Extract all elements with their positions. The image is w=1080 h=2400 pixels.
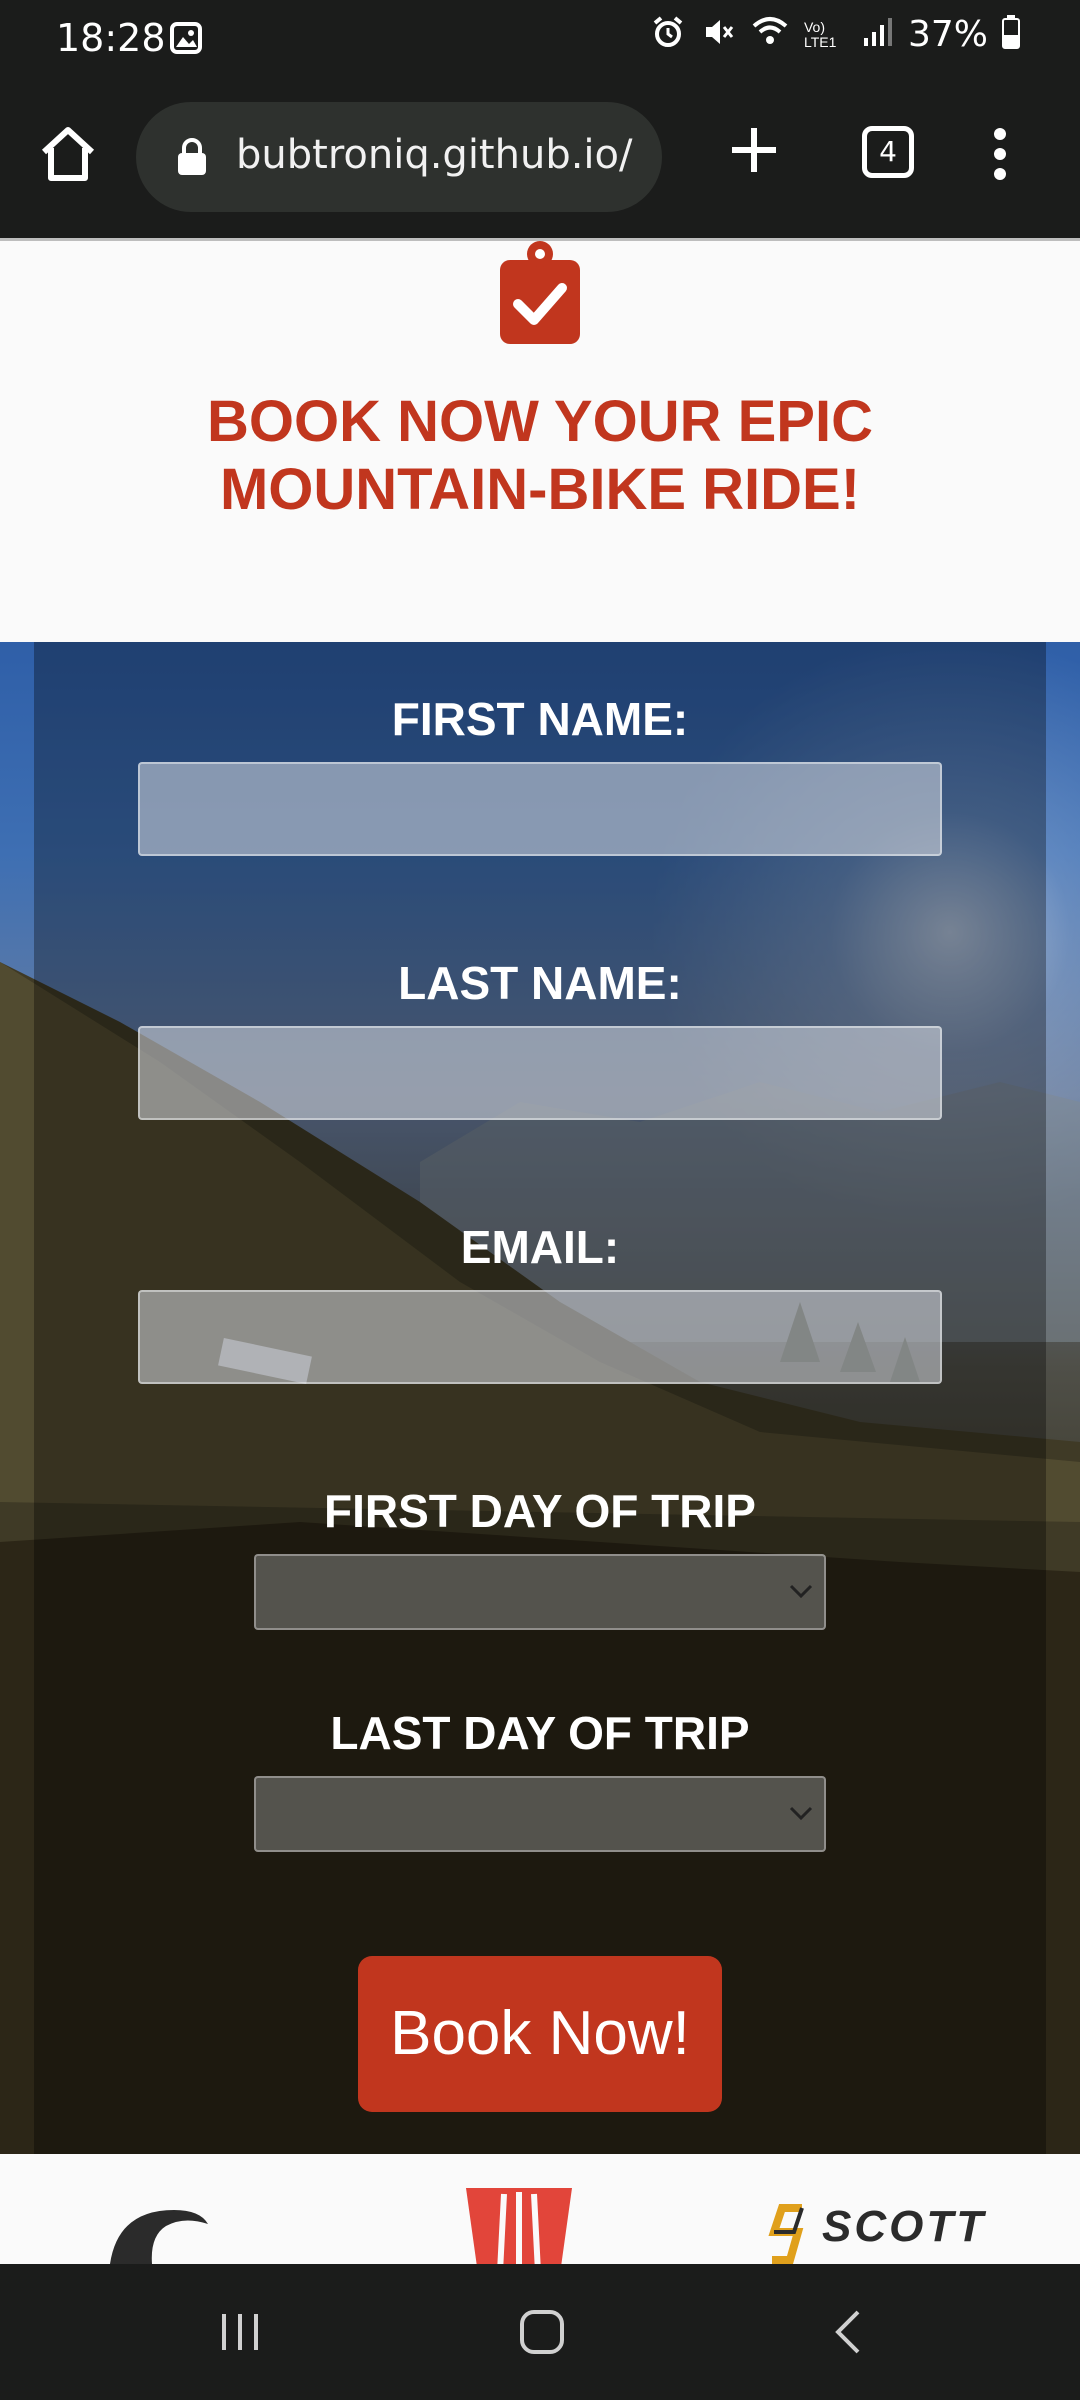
gallery-notification-icon bbox=[170, 22, 202, 59]
last-name-input[interactable] bbox=[138, 1026, 942, 1120]
battery-percent: 37% bbox=[907, 14, 988, 55]
first-day-label: FIRST DAY OF TRIP bbox=[324, 1485, 756, 1537]
lock-icon[interactable] bbox=[176, 136, 208, 181]
email-input[interactable] bbox=[138, 1290, 942, 1384]
last-day-label: LAST DAY OF TRIP bbox=[330, 1707, 750, 1759]
page-title: BOOK NOW YOUR EPIC MOUNTAIN-BIKE RIDE! bbox=[207, 389, 873, 522]
alarm-icon bbox=[650, 14, 686, 55]
booking-hero-background: FIRST NAME: LAST NAME: EMAIL: FIRST DAY … bbox=[0, 642, 1080, 2154]
system-navigation-bar bbox=[0, 2264, 1080, 2400]
first-name-label: FIRST NAME: bbox=[391, 693, 689, 745]
mute-icon bbox=[700, 14, 736, 55]
booking-form bbox=[34, 642, 1046, 2154]
battery-icon bbox=[1002, 15, 1020, 54]
home-nav-icon[interactable] bbox=[518, 2308, 566, 2361]
lte-label: Vo) LTE1 bbox=[803, 18, 837, 50]
first-name-input[interactable] bbox=[138, 762, 942, 856]
last-name-label: LAST NAME: bbox=[398, 957, 682, 1009]
email-label: EMAIL: bbox=[460, 1221, 620, 1273]
trek-logo bbox=[464, 2184, 574, 2264]
scott-logo: SCOTT bbox=[768, 2202, 983, 2264]
book-now-button[interactable]: Book Now! bbox=[358, 1956, 722, 2112]
status-icons: Vo) LTE1 37% bbox=[650, 14, 1020, 55]
url-text[interactable]: bubtroniq.github.io/ bbox=[236, 132, 632, 178]
status-bar: 18:28 Vo) LTE1 37% bbox=[0, 0, 1080, 78]
chevron-down-icon bbox=[788, 1802, 814, 1829]
address-bar[interactable]: bubtroniq.github.io/ bbox=[136, 102, 662, 212]
recent-apps-icon[interactable] bbox=[216, 2308, 264, 2361]
browser-toolbar: bubtroniq.github.io/ 4 bbox=[0, 78, 1080, 238]
cannondale-logo bbox=[104, 2200, 214, 2264]
status-time: 18:28 bbox=[56, 16, 166, 60]
first-day-select[interactable] bbox=[254, 1554, 826, 1630]
scott-wordmark: SCOTT bbox=[822, 2202, 987, 2251]
brand-logo-strip: SCOTT bbox=[0, 2154, 1080, 2264]
wifi-icon bbox=[750, 14, 790, 55]
web-page: BOOK NOW YOUR EPIC MOUNTAIN-BIKE RIDE! F… bbox=[0, 238, 1080, 2264]
more-vert-icon[interactable] bbox=[990, 124, 1010, 184]
plus-icon[interactable] bbox=[726, 122, 782, 178]
chevron-down-icon bbox=[788, 1580, 814, 1607]
home-icon[interactable] bbox=[36, 122, 100, 186]
signal-icon bbox=[862, 16, 894, 53]
last-day-select[interactable] bbox=[254, 1776, 826, 1852]
back-icon[interactable] bbox=[826, 2308, 874, 2361]
tab-switcher-button[interactable]: 4 bbox=[862, 126, 914, 178]
clipboard-check-icon bbox=[500, 240, 580, 344]
